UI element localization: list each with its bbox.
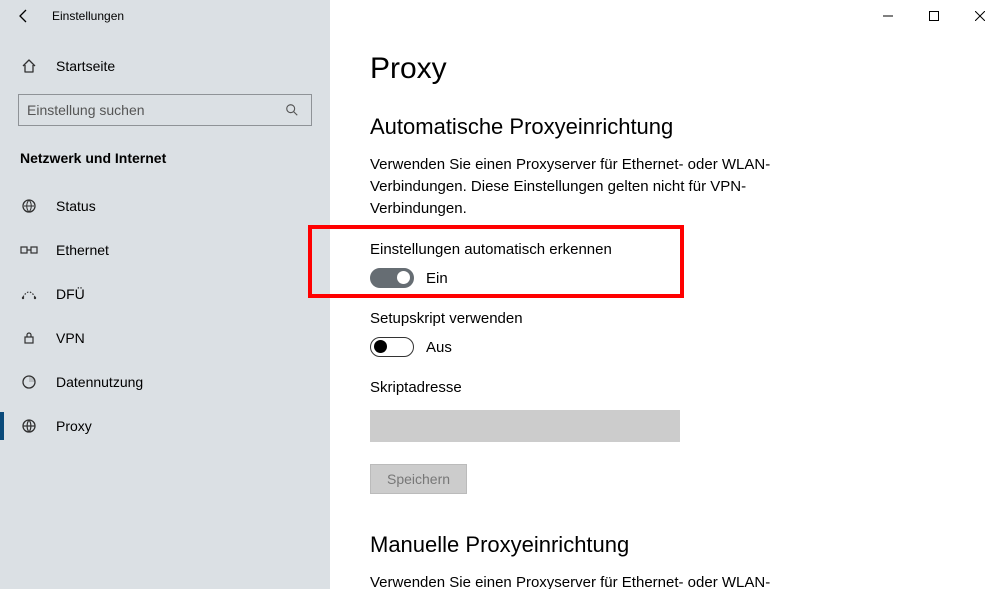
arrow-left-icon [16,8,32,24]
setup-script-toggle[interactable] [370,337,414,357]
nav-label: VPN [56,330,85,346]
back-button[interactable] [0,0,48,32]
minimize-button[interactable] [865,0,911,32]
sidebar-item-dialup[interactable]: DFÜ [0,272,330,316]
page-title: Proxy [370,52,963,86]
vpn-icon [20,331,38,345]
sidebar-item-data-usage[interactable]: Datennutzung [0,360,330,404]
nav-label: Ethernet [56,242,109,258]
nav-label: Proxy [56,418,92,434]
ethernet-icon [20,243,38,257]
content: Startseite Netzwerk und Internet Status … [0,32,1003,589]
proxy-icon [20,418,38,434]
nav-label: Status [56,198,96,214]
status-icon [20,198,38,214]
auto-detect-toggle[interactable] [370,268,414,288]
search-input[interactable] [27,102,285,118]
home-icon [20,58,38,74]
save-button[interactable]: Speichern [370,464,467,494]
setup-script-state: Aus [426,339,452,356]
sidebar-item-status[interactable]: Status [0,184,330,228]
auto-detect-state: Ein [426,270,448,287]
home-button[interactable]: Startseite [0,46,330,86]
close-button[interactable] [957,0,1003,32]
search-icon [285,103,303,117]
script-address-input[interactable] [370,410,680,442]
maximize-icon [929,11,939,21]
script-address-label: Skriptadresse [370,379,963,396]
sidebar-section-title: Netzwerk und Internet [0,140,330,184]
minimize-icon [883,11,893,21]
nav-label: DFÜ [56,286,85,302]
window-controls [865,0,1003,32]
sidebar: Startseite Netzwerk und Internet Status … [0,32,330,589]
auto-detect-label: Einstellungen automatisch erkennen [370,241,963,258]
main-panel: Proxy Automatische Proxyeinrichtung Verw… [330,32,1003,589]
search-box[interactable] [18,94,312,126]
titlebar: Einstellungen [0,0,1003,32]
auto-section-description: Verwenden Sie einen Proxyserver für Ethe… [370,154,830,219]
sidebar-item-proxy[interactable]: Proxy [0,404,330,448]
home-label: Startseite [56,58,115,74]
maximize-button[interactable] [911,0,957,32]
manual-section-description: Verwenden Sie einen Proxyserver für Ethe… [370,572,830,589]
sidebar-item-ethernet[interactable]: Ethernet [0,228,330,272]
setup-script-label: Setupskript verwenden [370,310,963,327]
auto-section-heading: Automatische Proxyeinrichtung [370,114,963,140]
dialup-icon [20,287,38,301]
manual-section-heading: Manuelle Proxyeinrichtung [370,532,963,558]
window-title: Einstellungen [52,9,124,23]
close-icon [975,11,985,21]
nav-label: Datennutzung [56,374,143,390]
data-usage-icon [20,374,38,390]
sidebar-item-vpn[interactable]: VPN [0,316,330,360]
